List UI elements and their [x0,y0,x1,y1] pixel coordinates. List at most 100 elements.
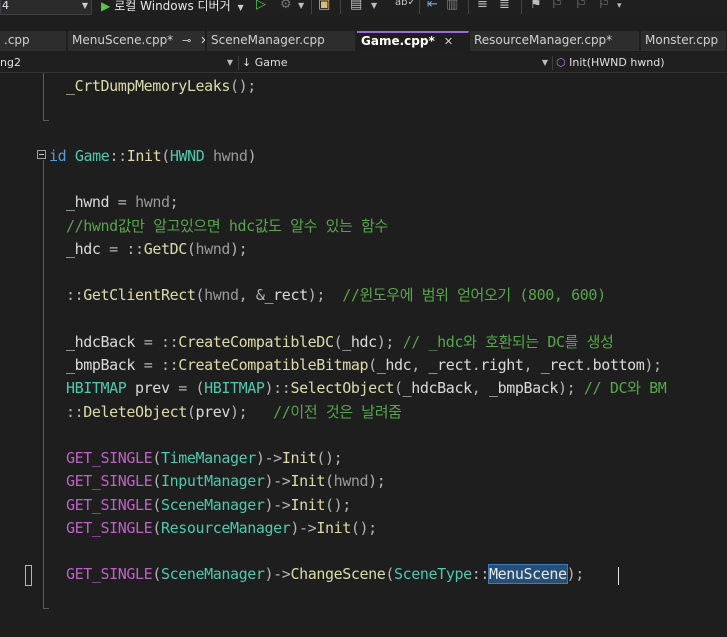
code-token: ( [152,472,161,491]
code-token: right [480,356,524,374]
next-bookmark-icon[interactable]: ⚐ [575,0,587,12]
nav-divider [552,56,553,70]
text-caret [618,567,619,585]
toolbar-separator [468,0,469,14]
project-dropdown[interactable]: ng2 ▼ [0,54,235,72]
code-token: _bmpBack [66,356,144,374]
code-line: GET_SINGLE(ResourceManager)->Init(); [66,517,377,540]
chevron-down-icon: ▼ [81,1,88,10]
bookmark-icon[interactable]: ⚑ [530,0,542,12]
code-token: // _hdc와 호환되는 DC를 생성 [402,332,614,351]
code-token: . [583,356,593,374]
close-icon[interactable]: ✕ [200,31,205,50]
code-token: ChangeScene [290,565,386,584]
step-icon[interactable]: ⇤ [427,0,438,12]
code-token: _CrtDumpMemoryLeaks [66,77,230,95]
navigation-bar: ng2 ▼ ↓ Game ▼ ⬡ Init(HWND hwnd) [0,54,727,73]
debugger-label: 로컬 Windows 디버거 [114,0,231,13]
code-token: hwnd [204,286,239,305]
code-line: GET_SINGLE(TimeManager)->Init(); [66,447,343,470]
code-token: ( [152,449,161,467]
code-token: )-> [264,495,291,514]
code-token: GetClientRect [83,286,196,305]
code-token: DeleteObject [83,402,187,421]
code-token: Init [316,518,351,537]
scope-value: ↓ Game [242,56,288,69]
chevron-down-icon[interactable]: ▼ [371,1,377,10]
code-token: )-> [264,565,291,584]
code-line: GET_SINGLE(SceneManager)->ChangeScene(Sc… [66,563,584,586]
code-line: _hdcBack = ::CreateCompatibleDC(_hdc); /… [66,331,614,354]
code-token: id [49,146,75,165]
collapse-icon[interactable] [37,150,46,159]
code-token: GET_SINGLE [66,449,153,467]
main-toolbar: 4 ▼ ▶ 로컬 Windows 디버거 ▼ ▷ ⚙ ▼ ▣ ▤ ▼ ab✓ ⇤ … [0,0,727,16]
code-token: hwnd [213,146,248,165]
code-token: //hwnd값만 알고있으면 hdc값도 알수 있는 함수 [66,216,388,235]
code-token: // DC와 BM [583,379,667,398]
clear-bookmarks-icon[interactable]: ⚐ [598,0,610,12]
code-token: ); [566,565,585,584]
code-token: hwnd [135,193,170,212]
code-token: SelectObject [290,379,395,398]
uncomment-icon[interactable]: ≣ [499,0,510,12]
tab-label: ResourceManager.cpp* [474,33,613,47]
code-token: GET_SINGLE [66,565,153,584]
code-token: ); [644,356,662,374]
spell-check-icon[interactable]: ab✓ [395,0,416,8]
code-token: GET_SINGLE [66,495,153,514]
code-token: ResourceManager [160,518,291,537]
attach-process-icon[interactable]: ⚙ [280,0,292,12]
solution-explorer-icon[interactable]: ▣ [318,0,330,12]
prev-bookmark-icon[interactable]: ⚐ [551,0,563,12]
code-editor[interactable]: _CrtDumpMemoryLeaks(); id Game::Init(HWND… [0,73,727,637]
code-token: (); [230,77,256,95]
format-icon[interactable]: ▥ [446,0,458,12]
chevron-down-icon[interactable]: ▼ [298,1,304,10]
code-token: Init [290,472,325,491]
code-line: _hwnd = hwnd; [66,191,179,214]
code-token: )-> [255,449,282,467]
code-token: (); [324,495,351,514]
code-token: :: [109,146,127,165]
code-token: = :: [143,356,179,374]
tab-scenemanager[interactable]: SceneManager.cpp [207,31,356,51]
tab-menuscene[interactable]: MenuScene.cpp* ⊸ ✕ [68,31,206,51]
start-without-debugging-icon[interactable]: ▷ [256,0,266,12]
code-token: CreateCompatibleDC [178,332,334,351]
scope-dropdown[interactable]: ↓ Game ▼ [242,54,550,72]
code-token: (); [316,449,343,467]
toolbar-separator [311,0,312,14]
tab-resourcemanager[interactable]: ResourceManager.cpp* [470,31,640,51]
member-dropdown[interactable]: ⬡ Init(HWND hwnd) [556,54,727,72]
code-token: _hwnd [66,193,118,212]
overflow-icon[interactable]: ▾ [617,1,622,11]
comment-icon[interactable]: ≡ [477,0,488,12]
close-icon[interactable]: ✕ [444,34,453,50]
code-token: = ( [178,379,205,398]
code-line: _hdc = ::GetDC(hwnd); [66,238,248,261]
code-token: Game [74,146,110,165]
start-debugging-button[interactable]: ▶ 로컬 Windows 디버거 ▼ [101,0,244,15]
code-line: ::DeleteObject(prev); //이전 것은 날려줌 [66,401,402,424]
code-token: ); [558,379,584,398]
tab-label: Game.cpp* [361,34,435,48]
layout-icon[interactable]: ▤ [350,0,362,12]
tab-label: SceneManager.cpp [211,33,325,47]
tab-cpp[interactable]: .cpp [0,31,67,51]
member-icon: ⬡ [556,56,566,69]
tab-monster[interactable]: Monster.cpp [641,31,727,51]
tab-game[interactable]: Game.cpp* ✕ [357,31,469,51]
code-token: ( [394,379,403,398]
code-token: hwnd [195,239,231,258]
pin-icon[interactable]: ⊸ [182,31,191,50]
code-token: prev [195,402,231,421]
code-token: InputManager [160,472,265,491]
code-token: = :: [143,332,179,351]
code-token: _rect [428,356,473,374]
solution-config-value: 4 [2,0,9,12]
changed-line-marker [25,565,32,586]
code-token: ( [152,518,161,537]
code-token: GET_SINGLE [66,472,153,491]
solution-config-dropdown[interactable]: 4 ▼ [0,0,92,15]
